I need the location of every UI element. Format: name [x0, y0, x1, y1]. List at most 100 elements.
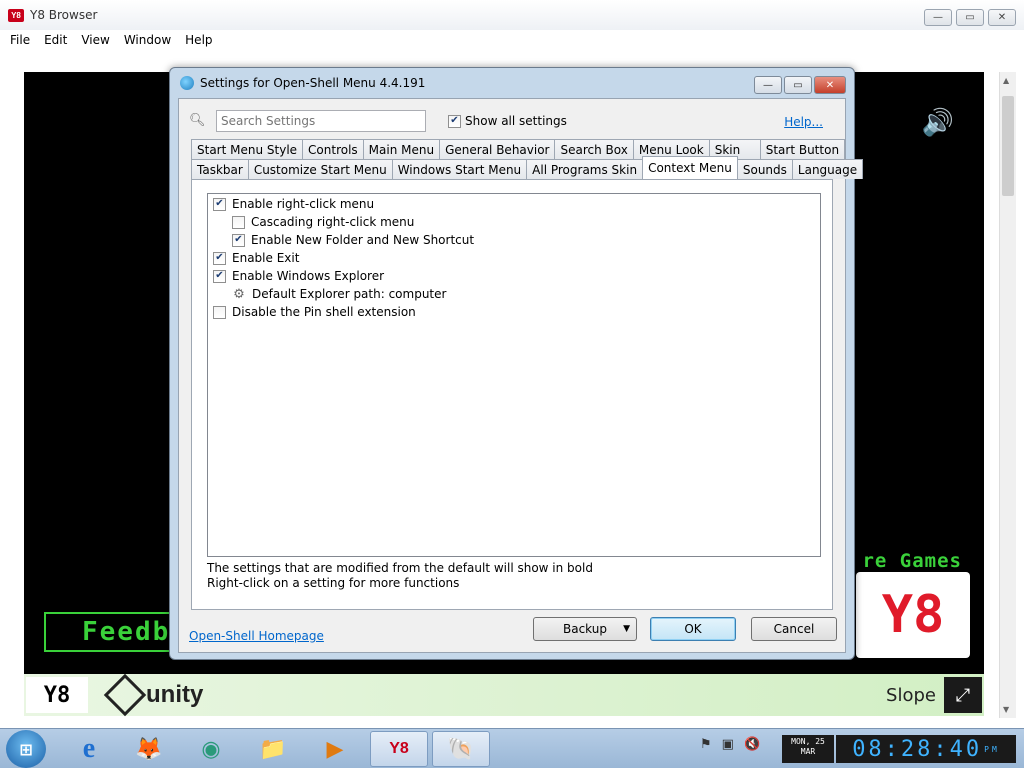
menu-edit[interactable]: Edit [44, 33, 67, 47]
browser-title: Y8 Browser [30, 8, 98, 22]
checkbox[interactable]: ✔ [232, 233, 245, 247]
browser-minimize-button[interactable]: — [924, 9, 952, 26]
right-click-note: Right-click on a setting for more functi… [207, 576, 460, 590]
game-y8-logo-text: Y8 [881, 585, 945, 645]
system-tray: ⚑ ▣ 🔇 [700, 737, 760, 752]
app-icon[interactable]: ◉ [182, 731, 240, 767]
setting-default-explorer-path[interactable]: ⚙ Default Explorer path: computer [232, 286, 446, 302]
setting-label: Disable the Pin shell extension [232, 305, 416, 319]
action-center-flag-icon[interactable]: ⚑ [700, 737, 712, 752]
clock-ampm: PM [984, 744, 1000, 754]
tab-context-menu[interactable]: Context Menu [642, 156, 738, 179]
browser-menubar: File Edit View Window Help [0, 30, 1024, 50]
tab-general-behavior[interactable]: General Behavior [439, 139, 556, 159]
backup-label: Backup [563, 622, 607, 636]
tab-taskbar[interactable]: Taskbar [191, 159, 249, 179]
clock-date-month: MAR [800, 747, 816, 756]
tabs-row-2: Taskbar Customize Start Menu Windows Sta… [191, 156, 864, 179]
sound-icon[interactable]: 🔊 [922, 108, 954, 138]
backup-button[interactable]: Backup ▼ [533, 617, 637, 641]
clock-time-value: 08:28:40 [852, 736, 983, 762]
more-games-label[interactable]: re Games [862, 550, 962, 572]
scrollbar-thumb[interactable] [1002, 96, 1014, 196]
unity-cube-icon [103, 673, 147, 717]
menu-view[interactable]: View [81, 33, 109, 47]
setting-enable-right-click-menu[interactable]: ✔ Enable right-click menu [213, 196, 374, 212]
setting-enable-new-folder-shortcut[interactable]: ✔ Enable New Folder and New Shortcut [232, 232, 474, 248]
clock-date[interactable]: MON, 25 MAR [782, 735, 834, 763]
dialog-close-button[interactable]: ✕ [814, 76, 846, 94]
tab-all-programs-skin[interactable]: All Programs Skin [526, 159, 644, 179]
ok-button[interactable]: OK [650, 617, 736, 641]
tab-windows-start-menu[interactable]: Windows Start Menu [391, 159, 528, 179]
checkbox[interactable]: ✔ [213, 251, 226, 265]
browser-window-controls: — ▭ ✕ [924, 9, 1016, 26]
bold-settings-note: The settings that are modified from the … [207, 561, 593, 575]
open-shell-homepage-link[interactable]: Open-Shell Homepage [189, 629, 324, 643]
setting-enable-windows-explorer[interactable]: ✔ Enable Windows Explorer [213, 268, 384, 284]
scroll-up-icon[interactable]: ▲ [1003, 76, 1009, 85]
dialog-body: 🔍︎ ✔ Show all settings Help... Start Men… [178, 98, 864, 653]
settings-dialog: Settings for Open-Shell Menu 4.4.191 — ▭… [169, 67, 864, 660]
dialog-minimize-button[interactable]: — [754, 76, 782, 94]
checkbox[interactable]: ✔ [213, 269, 226, 283]
browser-close-button[interactable]: ✕ [988, 9, 1016, 26]
file-explorer-icon[interactable]: 📁 [244, 731, 302, 767]
dropdown-caret-icon: ▼ [623, 624, 630, 634]
help-link[interactable]: Help... [784, 115, 823, 129]
tab-start-button[interactable]: Start Button [759, 139, 846, 159]
search-settings-input[interactable] [216, 110, 426, 132]
dialog-window-controls: — ▭ ✕ [754, 76, 846, 94]
setting-label: Enable New Folder and New Shortcut [251, 233, 475, 247]
unity-label: unity [146, 681, 204, 708]
scroll-down-icon[interactable]: ▼ [1003, 705, 1009, 714]
network-icon[interactable]: ▣ [722, 737, 734, 752]
tab-customize-start-menu[interactable]: Customize Start Menu [247, 159, 393, 179]
setting-label: Enable Windows Explorer [232, 269, 385, 283]
firefox-icon[interactable]: 🦊 [120, 731, 178, 767]
checkbox[interactable] [232, 215, 245, 229]
cancel-button[interactable]: Cancel [751, 617, 837, 641]
volume-muted-icon[interactable]: 🔇 [744, 737, 760, 752]
start-button-icon[interactable]: ⊞ [6, 730, 46, 768]
setting-label: Cascading right-click menu [251, 215, 415, 229]
taskbar: ⊞ e 🦊 ◉ 📁 ▶ Y8 🐚 ⚑ ▣ 🔇 MON, 25 MAR 08:28… [0, 728, 1024, 768]
checkbox[interactable]: ✔ [213, 197, 226, 211]
tab-language[interactable]: Language [791, 159, 864, 179]
unity-footer-bar: Y8 unity Slope ⤢ [24, 673, 984, 717]
internet-explorer-icon[interactable]: e [60, 731, 118, 767]
setting-disable-pin-shell-extension[interactable]: Disable the Pin shell extension [213, 304, 416, 320]
fullscreen-button[interactable]: ⤢ [944, 677, 982, 713]
menu-window[interactable]: Window [124, 33, 171, 47]
clock-time[interactable]: 08:28:40 PM [836, 735, 1016, 763]
checkbox[interactable] [213, 305, 226, 319]
show-all-checkbox[interactable]: ✔ [448, 114, 461, 128]
y8-badge[interactable]: Y8 [26, 677, 88, 713]
gear-icon: ⚙ [233, 286, 245, 302]
tab-start-menu-style[interactable]: Start Menu Style [191, 139, 304, 159]
tab-main-menu[interactable]: Main Menu [362, 139, 441, 159]
browser-scrollbar[interactable]: ▲ ▼ [999, 72, 1016, 718]
browser-maximize-button[interactable]: ▭ [956, 9, 984, 26]
y8-browser-task-icon[interactable]: Y8 [370, 731, 428, 767]
setting-cascading-right-click-menu[interactable]: Cascading right-click menu [232, 214, 414, 230]
open-shell-task-icon[interactable]: 🐚 [432, 731, 490, 767]
dialog-titlebar: Settings for Open-Shell Menu 4.4.191 — ▭… [170, 68, 854, 98]
tab-search-box[interactable]: Search Box [554, 139, 634, 159]
dialog-title: Settings for Open-Shell Menu 4.4.191 [200, 76, 426, 90]
tabs-row-1: Start Menu Style Controls Main Menu Gene… [191, 139, 846, 159]
setting-label: Enable Exit [232, 251, 300, 265]
tab-controls[interactable]: Controls [302, 139, 364, 159]
menu-file[interactable]: File [10, 33, 30, 47]
tab-sounds[interactable]: Sounds [736, 159, 793, 179]
game-y8-logo[interactable]: Y8 [856, 572, 970, 658]
dialog-maximize-button[interactable]: ▭ [784, 76, 812, 94]
clock-date-day: MON, 25 [791, 737, 825, 746]
menu-help[interactable]: Help [185, 33, 212, 47]
show-all-settings[interactable]: ✔ Show all settings [448, 114, 567, 128]
setting-enable-exit[interactable]: ✔ Enable Exit [213, 250, 299, 266]
open-shell-icon [180, 76, 194, 90]
media-player-icon[interactable]: ▶ [306, 731, 364, 767]
settings-list: ✔ Enable right-click menu Cascading righ… [207, 193, 821, 557]
context-menu-panel: ✔ Enable right-click menu Cascading righ… [191, 179, 833, 610]
